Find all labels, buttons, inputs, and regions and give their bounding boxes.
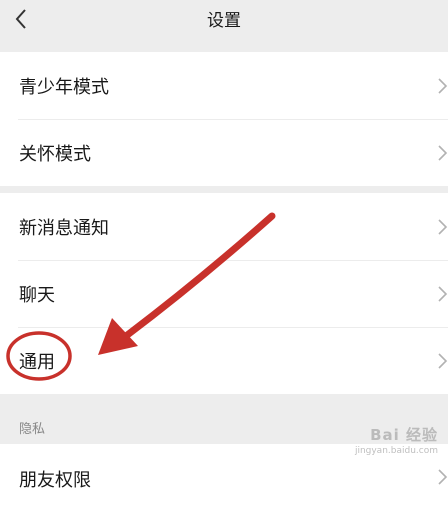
settings-group-1: 青少年模式 关怀模式 xyxy=(0,52,448,186)
chevron-right-icon xyxy=(438,469,448,485)
watermark-logo-text: Bai 经验 xyxy=(370,426,438,444)
settings-item-label: 关怀模式 xyxy=(19,143,91,165)
section-label-privacy: 隐私 xyxy=(19,422,46,437)
nav-bar: 设置 xyxy=(0,0,448,44)
settings-group-2: 新消息通知 聊天 通用 xyxy=(0,193,448,394)
chevron-right-icon xyxy=(438,352,448,369)
settings-item-label: 新消息通知 xyxy=(19,217,109,239)
settings-item-label: 朋友权限 xyxy=(19,470,91,491)
chevron-right-icon xyxy=(438,218,448,235)
settings-item-care-mode[interactable]: 关怀模式 xyxy=(0,119,448,186)
chevron-right-icon xyxy=(438,77,448,94)
settings-item-label: 聊天 xyxy=(19,284,55,306)
chevron-right-icon xyxy=(438,285,448,302)
settings-item-label: 通用 xyxy=(19,351,55,373)
watermark: Bai 经验 jingyan.baidu.com xyxy=(355,424,438,456)
watermark-url: jingyan.baidu.com xyxy=(354,446,438,456)
settings-item-chat[interactable]: 聊天 xyxy=(0,260,448,327)
settings-item-new-message-notification[interactable]: 新消息通知 xyxy=(0,193,448,260)
settings-item-label: 青少年模式 xyxy=(19,76,109,98)
settings-item-general[interactable]: 通用 xyxy=(0,327,448,394)
settings-item-teen-mode[interactable]: 青少年模式 xyxy=(0,52,448,119)
chevron-right-icon xyxy=(438,144,448,161)
page-title: 设置 xyxy=(207,11,241,31)
